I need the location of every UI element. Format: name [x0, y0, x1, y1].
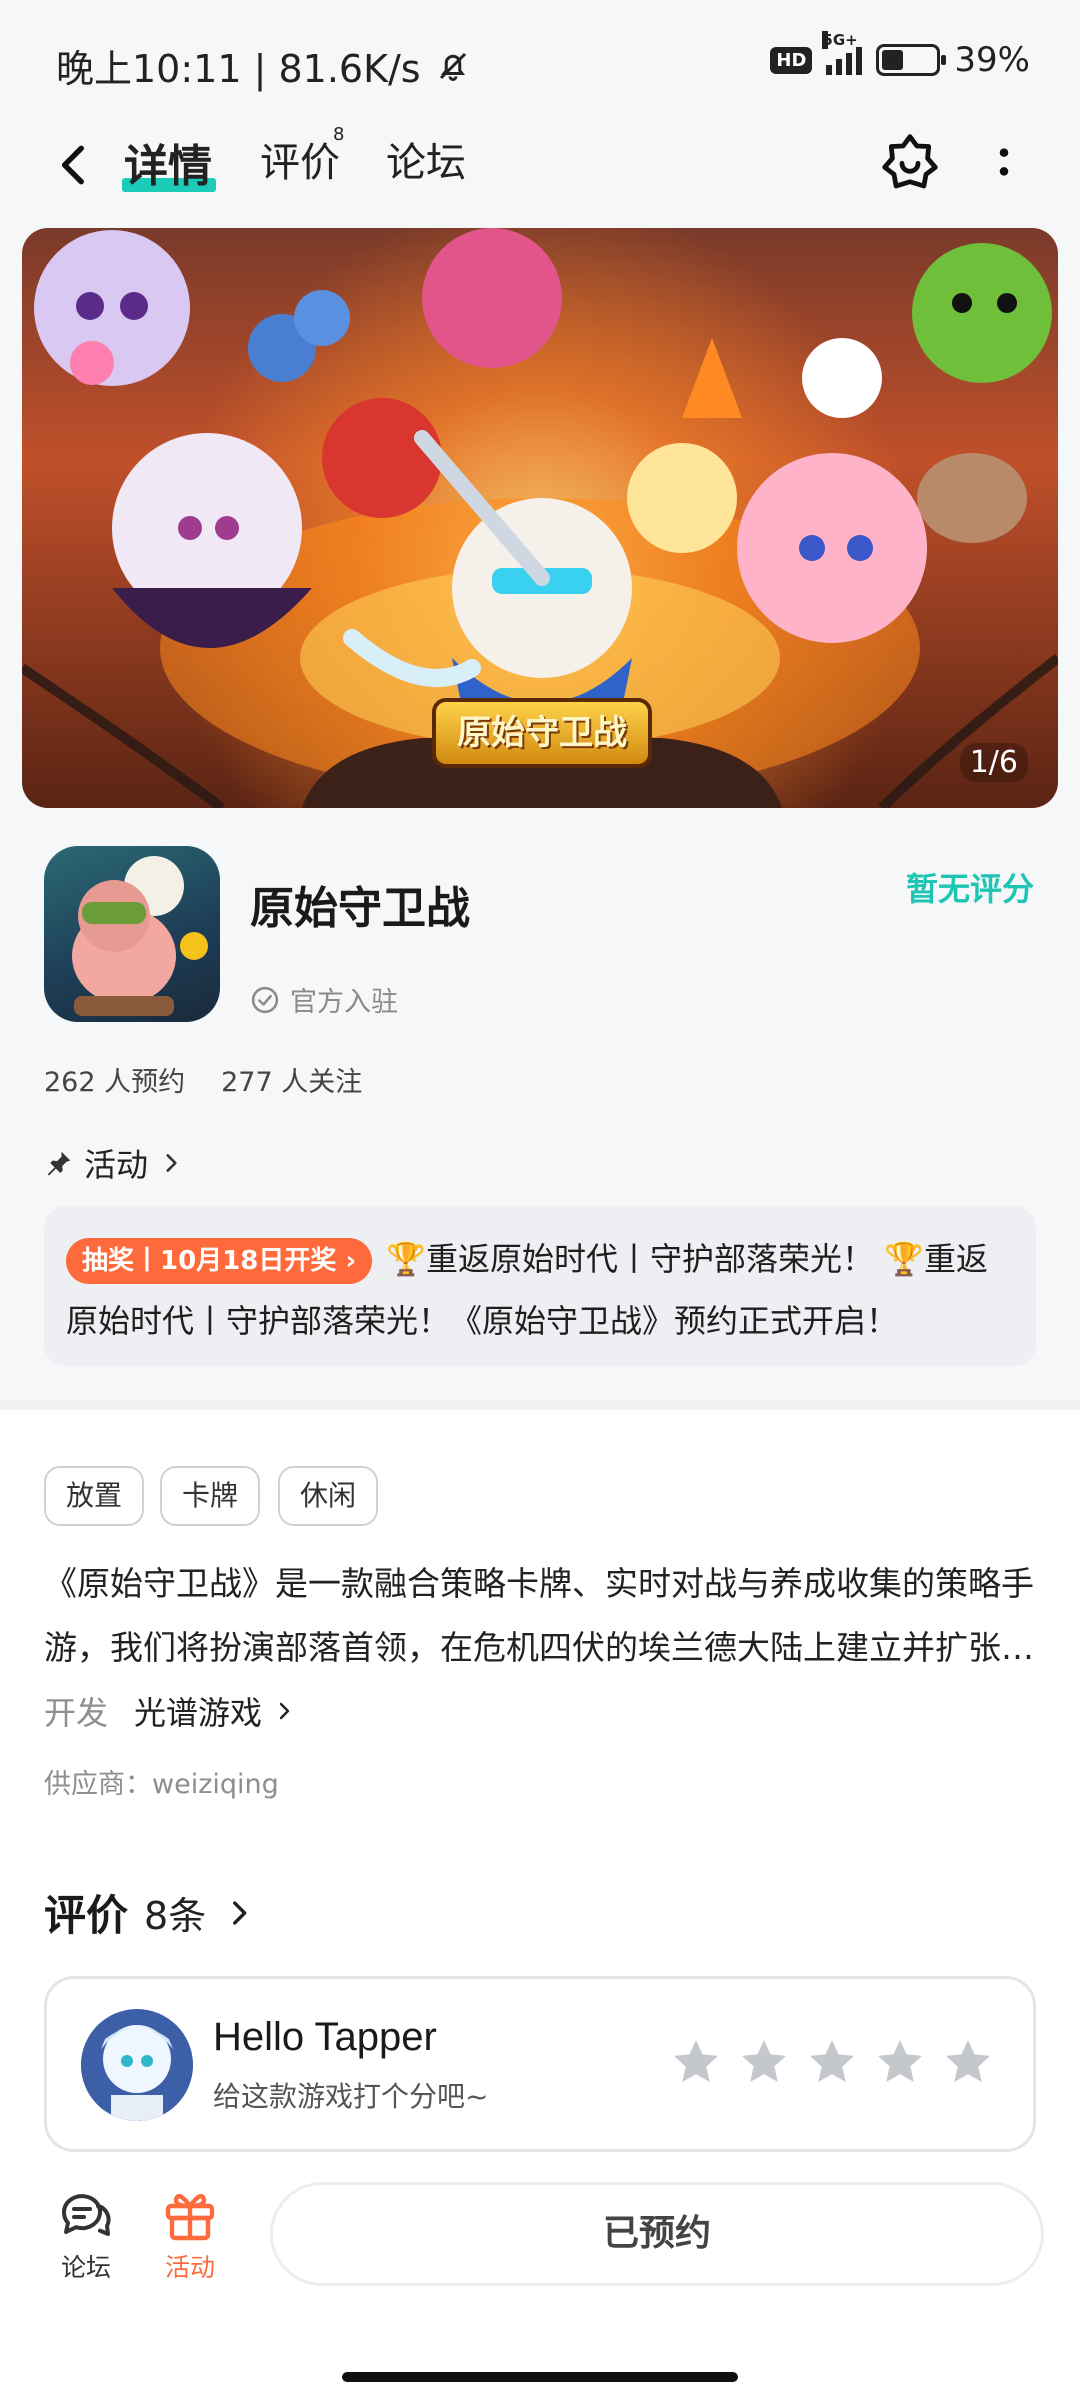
- star-icon[interactable]: [805, 2035, 859, 2089]
- battery-percent: 39%: [954, 40, 1030, 80]
- star-icon[interactable]: [941, 2035, 995, 2089]
- official-badge: 官方入驻: [250, 980, 398, 1019]
- chevron-right-icon: ›: [345, 1246, 357, 1276]
- banner-carousel[interactable]: 原始守卫战 1/6: [22, 228, 1058, 808]
- tag-card[interactable]: 卡牌: [160, 1466, 261, 1526]
- network-type: 5G+: [822, 31, 858, 49]
- chevron-right-icon: [166, 1154, 177, 1172]
- description-line-2: 游，我们将扮演部落首领，在危机四伏的埃兰德大陆上建立并扩张…: [44, 1628, 1034, 1667]
- back-button[interactable]: [50, 140, 100, 190]
- battery-icon: [876, 44, 947, 76]
- game-description[interactable]: 《原始守卫战》是一款融合策略卡牌、实时对战与养成收集的策略手 游，我们将扮演部落…: [44, 1552, 1040, 1680]
- pin-icon: [47, 1151, 71, 1176]
- status-bar-left: 晚上10:11 | 81.6K/s: [56, 38, 471, 93]
- reservation-count: 262 人预约: [44, 1067, 186, 1098]
- developer-name: 光谱游戏: [134, 1694, 263, 1732]
- favorite-button[interactable]: [878, 130, 942, 194]
- follower-count: 277 人关注: [221, 1067, 363, 1098]
- star-badge-icon: [882, 134, 938, 189]
- rating-stars[interactable]: [669, 2035, 995, 2089]
- star-icon[interactable]: [737, 2035, 791, 2089]
- bottom-forum-button[interactable]: 论坛: [36, 2188, 136, 2284]
- tag-idle[interactable]: 放置: [44, 1466, 145, 1526]
- hd-badge: HD: [770, 46, 813, 74]
- reviews-title: 评价: [44, 1891, 129, 1940]
- rating-status: 暂无评分: [905, 870, 1034, 908]
- activity-card[interactable]: 抽奖丨10月18日开奖 › 🏆重返原始时代丨守护部落荣光！ 🏆重返原始时代丨守护部…: [44, 1206, 1036, 1366]
- mute-icon: [439, 52, 466, 81]
- reserved-button[interactable]: 已预约: [270, 2182, 1044, 2286]
- tab-reviews[interactable]: 评价: [260, 130, 340, 188]
- tag-casual[interactable]: 休闲: [278, 1466, 379, 1526]
- status-bar-right: HD 5G+ 39%: [770, 31, 1030, 80]
- tab-details[interactable]: 详情: [124, 130, 212, 194]
- user-name: Hello Tapper: [213, 2015, 437, 2059]
- description-line-1: 《原始守卫战》是一款融合策略卡牌、实时对战与养成收集的策略手: [44, 1564, 1034, 1603]
- chevron-left-icon: [61, 145, 84, 185]
- lottery-badge-label: 抽奖丨10月18日开奖: [82, 1246, 337, 1276]
- banner-game-logo: 原始守卫战: [432, 698, 652, 768]
- activity-content: 抽奖丨10月18日开奖 › 🏆重返原始时代丨守护部落荣光！ 🏆重返原始时代丨守护部…: [66, 1228, 1014, 1352]
- activity-section-header[interactable]: 活动: [44, 1140, 184, 1186]
- supplier-info: 供应商：weiziqing: [44, 1769, 279, 1800]
- star-icon[interactable]: [873, 2035, 927, 2089]
- game-app-icon: [44, 846, 220, 1022]
- tab-forum[interactable]: 论坛: [386, 130, 466, 188]
- user-avatar: [81, 2009, 193, 2121]
- rate-game-card[interactable]: Hello Tapper 给这款游戏打个分吧~: [44, 1976, 1036, 2152]
- avatar-art: [81, 2009, 193, 2121]
- activity-heading: 活动: [84, 1146, 149, 1184]
- developer-row[interactable]: 开发 光谱游戏: [44, 1688, 296, 1734]
- more-button[interactable]: [972, 130, 1036, 194]
- chevron-right-icon: [279, 1702, 290, 1720]
- bottom-forum-label: 论坛: [60, 2253, 111, 2282]
- status-time-speed: 晚上10:11 | 81.6K/s: [56, 47, 421, 91]
- banner-page-counter: 1/6: [959, 743, 1028, 782]
- game-stats: 262 人预约 277 人关注: [44, 1060, 362, 1099]
- bottom-activity-button[interactable]: 活动: [140, 2188, 240, 2284]
- more-vertical-icon: [999, 148, 1009, 176]
- lottery-badge[interactable]: 抽奖丨10月18日开奖 ›: [66, 1238, 373, 1284]
- game-icon-art: [72, 856, 208, 1016]
- official-label: 官方入驻: [290, 987, 398, 1018]
- reviews-count: 8条: [144, 1894, 207, 1938]
- developer-label: 开发: [44, 1694, 109, 1732]
- reviews-header[interactable]: 评价 8条: [44, 1882, 256, 1943]
- game-title: 原始守卫战: [250, 883, 470, 934]
- chevron-right-icon: [233, 1900, 247, 1925]
- bottom-activity-label: 活动: [164, 2253, 215, 2282]
- verified-check-icon: [251, 986, 279, 1013]
- rate-prompt: 给这款游戏打个分吧~: [213, 2080, 489, 2113]
- home-indicator[interactable]: [342, 2372, 738, 2382]
- developer-link[interactable]: 光谱游戏: [134, 1688, 296, 1734]
- gift-icon: [165, 2194, 215, 2241]
- star-icon[interactable]: [669, 2035, 723, 2089]
- forum-chat-icon: [62, 2194, 111, 2236]
- tab-reviews-count: 8: [333, 124, 345, 145]
- signal-icon: 5G+: [822, 31, 863, 75]
- section-divider: [0, 1400, 1080, 1410]
